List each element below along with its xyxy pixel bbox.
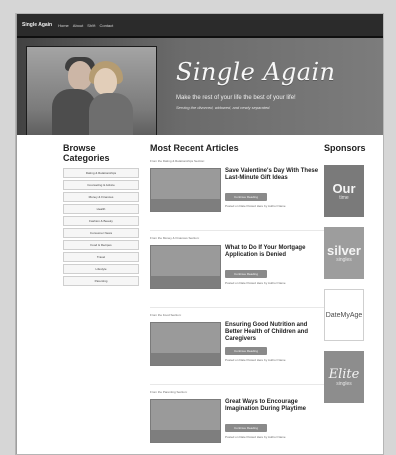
nav-shift[interactable]: Sh!ft: [87, 23, 95, 28]
article-title[interactable]: Great Ways to Encourage Imagination Duri…: [225, 399, 320, 413]
continue-reading-button[interactable]: Continue Reading: [225, 424, 267, 432]
hero-tagline: Serving the divorced, widowed, and newly…: [176, 105, 271, 110]
sponsors-column: Sponsors Our time silver singles DateMyA…: [324, 143, 382, 403]
article-title[interactable]: Ensuring Good Nutrition and Better Healt…: [225, 322, 320, 343]
article-image[interactable]: [150, 399, 221, 443]
page-left-edge: [16, 14, 17, 454]
category-item[interactable]: Parenting: [63, 276, 139, 286]
sponsor-logo-text: DateMyAge: [325, 311, 363, 319]
article-card: From the Parenting Section: Great Ways t…: [150, 390, 330, 454]
category-item[interactable]: Money & Finances: [63, 192, 139, 202]
article-meta: Posted on Date Posted Here by Author Nam…: [225, 358, 286, 362]
article-image[interactable]: [150, 245, 221, 289]
continue-reading-button[interactable]: Continue Reading: [225, 193, 267, 201]
article-section: From the Money & Finances Section:: [150, 236, 200, 240]
category-item[interactable]: Travel: [63, 252, 139, 262]
categories-heading: Browse Categories: [63, 143, 110, 163]
article-divider: [150, 307, 330, 308]
category-item[interactable]: Lifestyle: [63, 264, 139, 274]
article-divider: [150, 230, 330, 231]
categories-column: Browse Categories Dating & Relationships…: [63, 143, 139, 286]
article-card: From the Money & Finances Section: What …: [150, 236, 330, 308]
sponsor-ad[interactable]: Elite singles: [324, 351, 364, 403]
sponsor-ad[interactable]: silver singles: [324, 227, 364, 279]
sponsor-ad[interactable]: Our time: [324, 165, 364, 217]
continue-reading-button[interactable]: Continue Reading: [225, 347, 267, 355]
articles-heading: Most Recent Articles: [150, 143, 239, 153]
sponsors-heading: Sponsors: [324, 143, 366, 153]
category-item[interactable]: Counseling & Advice: [63, 180, 139, 190]
article-meta: Posted on Date Posted Here by Author Nam…: [225, 204, 286, 208]
hero-title: Single Again: [176, 58, 336, 86]
browser-page: Single Again Home About Sh!ft Contact Si…: [16, 14, 383, 454]
top-navigation: Single Again Home About Sh!ft Contact: [16, 14, 383, 38]
article-card: From the Dating & Relationships Section:…: [150, 159, 330, 231]
categories-list: Dating & Relationships Counseling & Advi…: [63, 168, 139, 286]
sponsor-logo-text: Elite: [328, 366, 360, 382]
nav-home[interactable]: Home: [58, 23, 69, 28]
hero-subtitle: Make the rest of your life the best of y…: [176, 95, 296, 101]
woman-face: [94, 68, 117, 95]
sponsor-logo-subtext: singles: [336, 256, 352, 263]
sponsor-logo-subtext: singles: [336, 380, 352, 387]
woman-body: [89, 93, 133, 135]
article-image[interactable]: [150, 168, 221, 212]
hero-banner: Single Again Make the rest of your life …: [16, 38, 383, 135]
sponsor-logo-text: Our: [332, 180, 356, 196]
page-content: Browse Categories Dating & Relationships…: [16, 133, 383, 454]
nav-about[interactable]: About: [73, 23, 83, 28]
main-nav: Home About Sh!ft Contact: [58, 23, 113, 28]
articles-column: Most Recent Articles From the Dating & R…: [150, 143, 330, 454]
article-divider: [150, 384, 330, 385]
article-section: From the Dating & Relationships Section:: [150, 159, 205, 163]
nav-contact[interactable]: Contact: [99, 23, 113, 28]
article-meta: Posted on Date Posted Here by Author Nam…: [225, 281, 286, 285]
sponsor-logo-text: silver: [327, 242, 361, 258]
article-section: From the Food Section:: [150, 313, 182, 317]
article-section: From the Parenting Section:: [150, 390, 188, 394]
article-image[interactable]: [150, 322, 221, 366]
article-meta: Posted on Date Posted Here by Author Nam…: [225, 435, 286, 439]
article-title[interactable]: Save Valentine's Day With These Last-Min…: [225, 168, 320, 182]
category-item[interactable]: Food & Recipes: [63, 240, 139, 250]
category-item[interactable]: Dating & Relationships: [63, 168, 139, 178]
category-item[interactable]: Health: [63, 204, 139, 214]
continue-reading-button[interactable]: Continue Reading: [225, 270, 267, 278]
hero-couple-photo: [26, 46, 157, 135]
article-title[interactable]: What to Do If Your Mortgage Application …: [225, 245, 320, 259]
category-item[interactable]: Fashion & Beauty: [63, 216, 139, 226]
sponsor-ad[interactable]: DateMyAge: [324, 289, 364, 341]
sponsor-logo-subtext: time: [339, 194, 349, 201]
article-card: From the Food Section: Ensuring Good Nut…: [150, 313, 330, 385]
site-brand[interactable]: Single Again: [22, 22, 52, 28]
category-item[interactable]: Consumer News: [63, 228, 139, 238]
